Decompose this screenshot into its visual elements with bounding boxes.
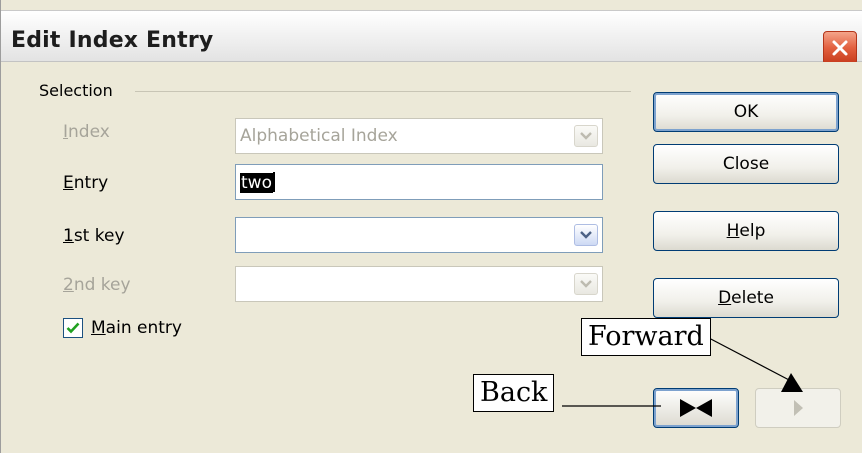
ok-button-label: OK	[733, 102, 759, 122]
first-key-label: 1st key	[63, 226, 125, 246]
index-select-value: Alphabetical Index	[240, 126, 398, 146]
main-entry-label[interactable]: Main entry	[91, 318, 182, 338]
main-entry-mnemonic: M	[91, 318, 106, 338]
first-key-dropdown-button[interactable]	[574, 224, 598, 246]
back-callout: Back	[473, 374, 555, 412]
forward-callout: Forward	[581, 318, 711, 356]
first-key-label-rest: st key	[73, 226, 125, 246]
checkmark-icon	[66, 322, 80, 334]
close-icon	[832, 40, 848, 56]
forward-arrow-icon	[794, 400, 803, 416]
help-button[interactable]: Help	[653, 211, 839, 251]
back-button[interactable]	[653, 388, 739, 428]
ok-button[interactable]: OK	[653, 92, 839, 132]
selection-group-label: Selection	[39, 81, 119, 100]
index-label-rest: ndex	[68, 122, 110, 142]
second-key-label: 2nd key	[63, 275, 131, 295]
delete-button[interactable]: Delete	[653, 278, 839, 318]
index-dropdown-button	[574, 125, 598, 147]
second-key-combo	[235, 266, 603, 302]
entry-input[interactable]: two	[235, 164, 603, 200]
window-title: Edit Index Entry	[11, 28, 214, 53]
main-entry-checkbox[interactable]	[63, 318, 83, 338]
second-key-label-rest: nd key	[73, 275, 131, 295]
main-entry-label-rest: ain entry	[105, 318, 182, 338]
delete-button-label: Delete	[718, 288, 774, 308]
first-key-combo[interactable]	[235, 217, 603, 253]
chevron-down-icon	[580, 132, 592, 140]
chevron-down-icon	[580, 280, 592, 288]
second-key-dropdown-button	[574, 273, 598, 295]
back-arrow-icon	[680, 399, 712, 417]
entry-input-text: two	[240, 172, 275, 193]
close-button[interactable]: Close	[653, 144, 839, 184]
dialog-window: Edit Index Entry Selection Index Alphabe…	[0, 0, 862, 453]
help-button-label: Help	[726, 221, 766, 241]
index-label: Index	[63, 122, 110, 142]
entry-label-rest: ntry	[73, 173, 109, 193]
first-key-label-mnemonic: 1	[63, 226, 74, 246]
index-select: Alphabetical Index	[235, 118, 603, 154]
entry-input-value: two	[240, 173, 273, 193]
close-window-button[interactable]	[823, 31, 857, 65]
entry-label: Entry	[63, 173, 108, 193]
selection-group-divider	[135, 91, 631, 92]
second-key-label-mnemonic: 2	[63, 275, 74, 295]
text-cursor	[272, 172, 275, 192]
chevron-down-icon	[580, 231, 592, 239]
entry-label-mnemonic: E	[63, 173, 74, 193]
close-button-label: Close	[722, 154, 770, 174]
forward-button	[755, 388, 841, 428]
title-bar[interactable]: Edit Index Entry	[1, 10, 862, 65]
